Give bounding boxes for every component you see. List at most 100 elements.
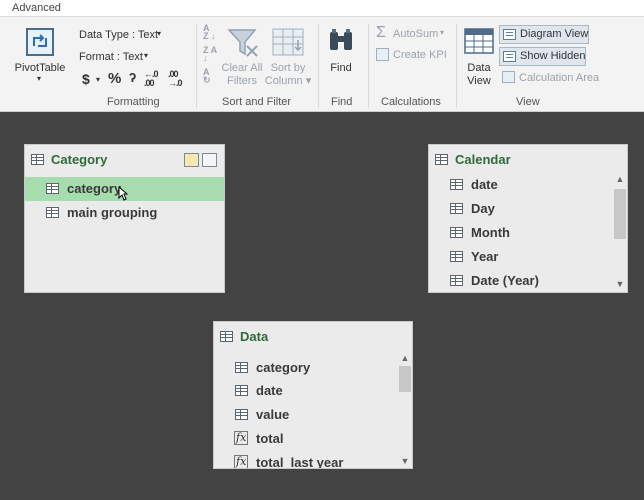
scrollbar[interactable]: ▲ ▼ — [613, 173, 627, 291]
sort-by-column-button[interactable]: Sort by Column ▾ — [262, 62, 314, 88]
table-category[interactable]: Category category main grouping — [24, 144, 225, 293]
find-group-label: Find — [331, 96, 353, 108]
group-divider — [368, 24, 369, 108]
table-icon — [435, 154, 448, 165]
column-label: Month — [471, 225, 510, 240]
column-item[interactable]: date — [214, 379, 412, 403]
autosum-button[interactable]: AutoSum — [393, 28, 438, 40]
column-icon — [450, 179, 463, 190]
measure-label: total — [256, 431, 284, 446]
tab-advanced[interactable]: Advanced — [12, 2, 61, 14]
show-hidden-button[interactable]: Show Hidden — [499, 47, 586, 66]
column-icon — [46, 183, 59, 194]
column-item[interactable]: Month — [429, 221, 627, 245]
decrease-decimal-button[interactable]: .00 →.0 — [168, 70, 190, 88]
scroll-down-icon[interactable]: ▼ — [398, 455, 412, 467]
ribbon: Advanced PivotTable ▾ Data Type : Text ▾… — [0, 0, 644, 112]
chevron-down-icon: ▾ — [157, 29, 162, 38]
group-divider — [196, 24, 197, 108]
sort-za-icon[interactable]: Z A ↓ — [203, 46, 217, 63]
column-item[interactable]: category — [25, 177, 224, 201]
calculation-area-icon — [502, 71, 515, 83]
table-title: Category — [51, 152, 108, 167]
pivottable-button[interactable]: PivotTable — [14, 62, 66, 74]
table-header[interactable]: Calendar — [429, 145, 627, 175]
mouse-cursor-icon — [118, 186, 128, 201]
format-dropdown[interactable]: Format : Text — [79, 51, 143, 63]
column-item[interactable]: Date (Year) — [429, 269, 627, 293]
scroll-up-icon[interactable]: ▲ — [613, 173, 627, 185]
column-label: category — [67, 181, 122, 196]
table-header[interactable]: Category — [25, 145, 224, 175]
chevron-down-icon: ▾ — [144, 51, 149, 60]
column-label: Year — [471, 249, 499, 264]
scrollbar-thumb[interactable] — [399, 366, 411, 392]
table-calendar[interactable]: Calendar date Day Month Year Date (Year)… — [428, 144, 628, 293]
column-label: main grouping — [67, 205, 158, 220]
diagram-view-label: Diagram View — [520, 28, 589, 40]
calculation-area-button[interactable]: Calculation Area — [519, 72, 599, 84]
table-icon — [31, 154, 44, 165]
table-header[interactable]: Data — [214, 322, 412, 352]
column-item[interactable]: category — [214, 356, 412, 380]
calculations-group-label: Calculations — [381, 96, 441, 108]
column-label: Day — [471, 201, 495, 216]
column-item[interactable]: value — [214, 403, 412, 427]
diagram-canvas[interactable]: Category category main grouping Calendar… — [0, 112, 644, 500]
measure-fx-icon: fx — [234, 455, 249, 468]
diagram-view-button[interactable]: Diagram View — [499, 25, 589, 44]
percent-button[interactable]: % — [108, 70, 121, 87]
column-label: value — [256, 407, 290, 422]
show-hidden-label: Show Hidden — [520, 50, 586, 62]
sort-by-column-icon — [272, 28, 304, 61]
column-label: date — [471, 177, 498, 192]
clear-all-filters-button[interactable]: Clear All Filters — [218, 62, 266, 88]
table-data[interactable]: Data category date value fx total fx tot… — [213, 321, 413, 469]
data-type-dropdown[interactable]: Data Type : Text — [79, 29, 158, 41]
ribbon-tab-bar: Advanced — [0, 0, 644, 17]
sort-az-icon[interactable]: A Z ↓ — [203, 24, 217, 41]
measure-fx-icon: fx — [234, 431, 249, 445]
find-button[interactable]: Find — [326, 62, 356, 74]
pivottable-icon[interactable] — [26, 28, 54, 56]
maximize-icon[interactable] — [202, 153, 217, 167]
column-item[interactable]: date — [429, 173, 627, 197]
scroll-up-icon[interactable]: ▲ — [398, 352, 412, 364]
measure-item[interactable]: fx total — [214, 427, 412, 451]
diagram-view-icon — [503, 29, 516, 40]
sort-custom-icon[interactable]: A ↻ — [203, 68, 217, 85]
column-icon — [450, 275, 463, 286]
chevron-down-icon: ▾ — [96, 75, 101, 84]
formatting-group-label: Formatting — [107, 96, 160, 108]
chevron-down-icon: ▾ — [37, 74, 42, 83]
create-kpi-button[interactable]: Create KPI — [393, 49, 447, 61]
group-divider — [456, 24, 457, 108]
comma-style-button[interactable]: ʔ — [129, 70, 136, 85]
data-view-label-1: Data — [467, 62, 491, 74]
chevron-down-icon: ▾ — [440, 28, 445, 37]
group-divider — [318, 24, 319, 108]
sigma-icon: Σ — [376, 24, 386, 41]
measure-item[interactable]: fx total_last year — [214, 451, 412, 468]
scrollbar[interactable]: ▲ ▼ — [398, 352, 412, 468]
currency-button[interactable]: $ — [82, 71, 90, 87]
data-view-icon — [464, 28, 494, 57]
column-item[interactable]: Day — [429, 197, 627, 221]
table-title: Data — [240, 329, 269, 344]
column-item[interactable]: main grouping — [25, 201, 224, 225]
column-label: category — [256, 360, 311, 375]
column-label: date — [256, 383, 283, 398]
column-item[interactable]: Year — [429, 245, 627, 269]
column-icon — [235, 385, 248, 396]
scroll-down-icon[interactable]: ▼ — [613, 278, 627, 290]
hierarchy-icon[interactable] — [184, 153, 199, 167]
sort-by-column-label-1: Sort by — [270, 62, 306, 74]
kpi-icon — [376, 48, 389, 61]
increase-decimal-button[interactable]: ←.0 .00 — [144, 70, 166, 88]
view-group-label: View — [516, 96, 540, 108]
sort-by-column-label-2: Column — [264, 75, 303, 87]
scrollbar-thumb[interactable] — [614, 189, 626, 239]
data-view-button[interactable]: Data View — [462, 62, 496, 88]
table-icon — [220, 331, 233, 342]
clear-all-filters-label-2: Filters — [227, 75, 257, 87]
